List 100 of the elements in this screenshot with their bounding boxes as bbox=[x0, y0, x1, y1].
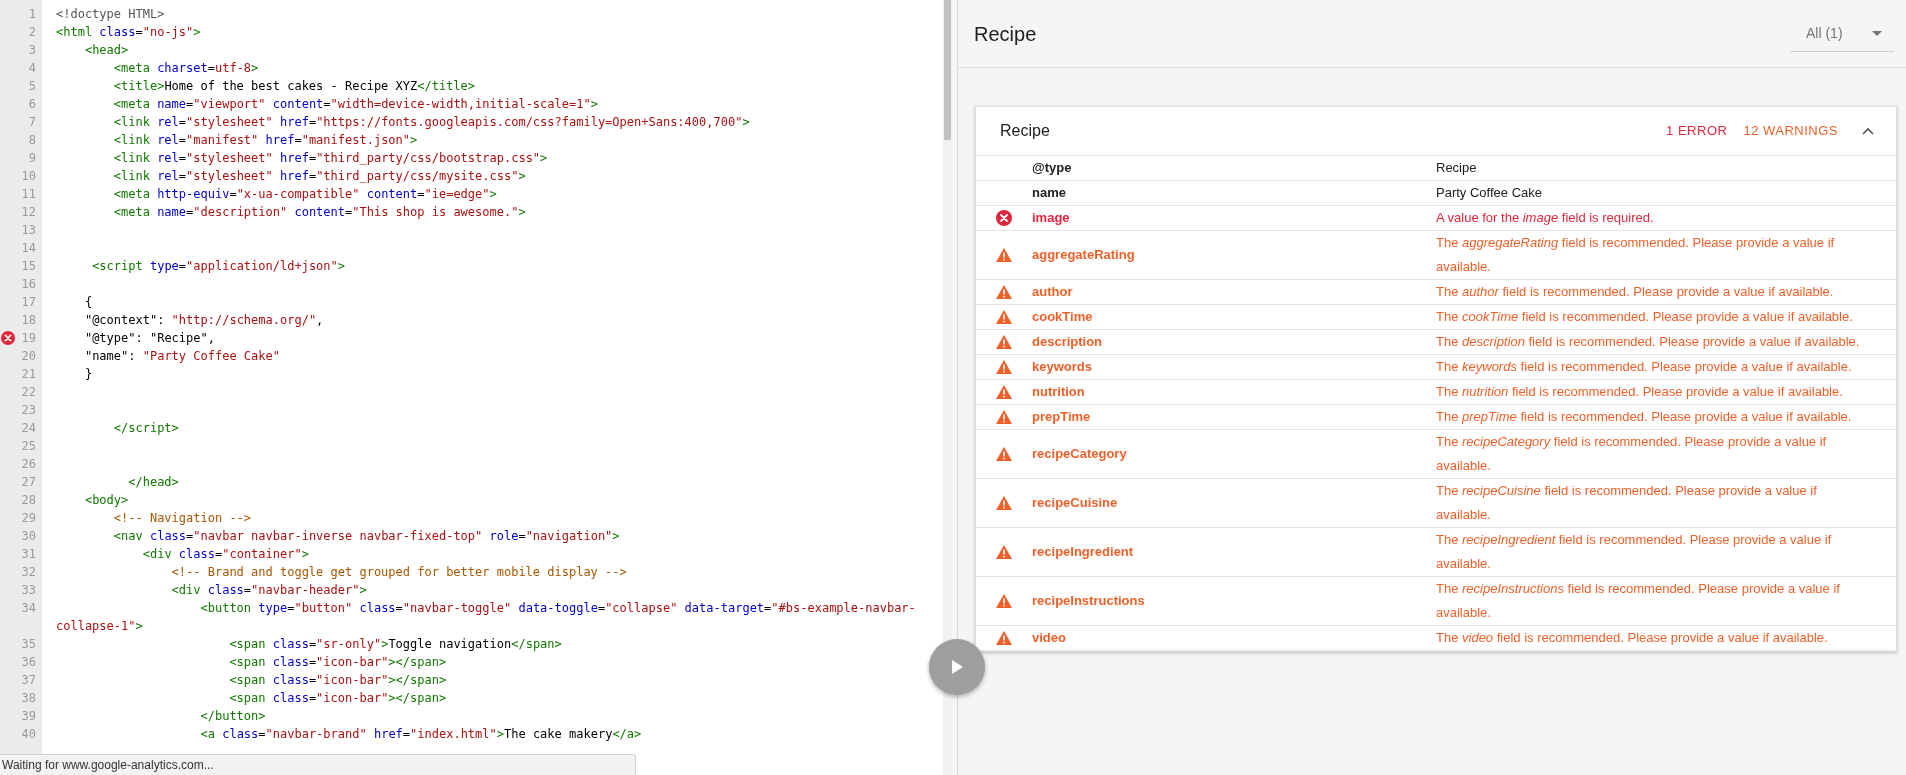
code-line: <meta http-equiv="x-ua-compatible" content="ie=edge"> bbox=[112, 186, 498, 203]
code-line: "@type": "Recipe", bbox=[83, 330, 216, 347]
line-number: 18 bbox=[21, 312, 37, 329]
warning-icon bbox=[996, 285, 1012, 299]
line-number: 35 bbox=[21, 636, 37, 653]
code-line: <script type="application/ld+json"> bbox=[91, 258, 346, 275]
property-name: description bbox=[1032, 333, 1104, 351]
property-value: The nutrition field is recommended. Please provide a value if available. bbox=[1436, 383, 1844, 401]
line-number: 16 bbox=[21, 276, 37, 293]
code-line: <!-- Navigation --> bbox=[112, 510, 253, 527]
warning-icon bbox=[996, 335, 1012, 349]
error-icon bbox=[1, 331, 15, 345]
play-button[interactable] bbox=[929, 639, 985, 695]
property-name: nutrition bbox=[1032, 383, 1086, 401]
property-value: The prepTime field is recommended. Please provide a value if available. bbox=[1436, 408, 1853, 426]
line-number: 28 bbox=[21, 492, 37, 509]
line-number: 12 bbox=[21, 204, 37, 221]
code-line: <span class="icon-bar"></span> bbox=[228, 654, 448, 671]
property-value: The recipeCuisine field is recommended. Please provide a value if available. bbox=[1436, 482, 1818, 524]
property-name: name bbox=[1032, 184, 1067, 202]
line-number: 26 bbox=[21, 456, 37, 473]
property-name: aggregateRating bbox=[1032, 246, 1136, 264]
property-name: prepTime bbox=[1032, 408, 1092, 426]
property-value: The keywords field is recommended. Please provide a value if available. bbox=[1436, 358, 1853, 376]
line-number: 6 bbox=[28, 96, 37, 113]
line-number: 13 bbox=[21, 222, 37, 239]
property-value: Party Coffee Cake bbox=[1436, 184, 1543, 202]
chevron-icon bbox=[1862, 127, 1874, 135]
code-line: <div class="navbar-header"> bbox=[170, 582, 368, 599]
property-value: The author field is recommended. Please provide a value if available. bbox=[1436, 283, 1835, 301]
code-line: <html class="no-js"> bbox=[55, 24, 202, 41]
code-line: <title>Home of the best cakes - Recipe XYZ</title> bbox=[112, 78, 477, 95]
code-line: </head> bbox=[127, 474, 180, 491]
panel-title: Recipe bbox=[974, 21, 1037, 47]
code-line: <link rel="stylesheet" href="third_party/css/mysite.css"> bbox=[112, 168, 527, 185]
code-line: } bbox=[83, 366, 94, 383]
filter-dropdown[interactable]: All (1) bbox=[1790, 15, 1894, 52]
warning-icon bbox=[996, 385, 1012, 399]
property-name: recipeCuisine bbox=[1032, 494, 1119, 512]
code-line: <meta name="description" content="This shop is awesome."> bbox=[112, 204, 527, 221]
line-number: 4 bbox=[28, 60, 37, 77]
property-value: The cookTime field is recommended. Please provide a value if available. bbox=[1436, 308, 1854, 326]
line-number: 32 bbox=[21, 564, 37, 581]
property-value: The recipeCategory field is recommended. Please provide a value if available. bbox=[1436, 433, 1828, 475]
property-name: recipeCategory bbox=[1032, 445, 1128, 463]
line-number: 29 bbox=[21, 510, 37, 527]
code-line: <meta name="viewport" content="width=device-width,initial-scale=1"> bbox=[112, 96, 599, 113]
scrollbar-thumb[interactable] bbox=[944, 0, 951, 140]
property-name: image bbox=[1032, 209, 1071, 227]
line-number: 17 bbox=[21, 294, 37, 311]
code-line: <link rel="stylesheet" href="third_party/css/bootstrap.css"> bbox=[112, 150, 549, 167]
line-number: 3 bbox=[28, 42, 37, 59]
warning-icon bbox=[996, 496, 1012, 510]
line-number: 24 bbox=[21, 420, 37, 437]
error-count: 1 ERROR bbox=[1666, 122, 1728, 141]
warning-icon bbox=[996, 248, 1012, 262]
line-number: 11 bbox=[21, 186, 37, 203]
code-line: <span class="sr-only">Toggle navigation</span> bbox=[228, 636, 563, 653]
property-value: Recipe bbox=[1436, 159, 1478, 177]
line-number: 37 bbox=[21, 672, 37, 689]
code-line: "@context": "http://schema.org/", bbox=[83, 312, 325, 329]
line-number: 23 bbox=[21, 402, 37, 419]
line-number: 7 bbox=[28, 114, 37, 131]
line-number: 9 bbox=[28, 150, 37, 167]
line-number: 1 bbox=[28, 6, 37, 23]
code-line: <head> bbox=[83, 42, 130, 59]
line-number: 21 bbox=[21, 366, 37, 383]
line-number: 10 bbox=[21, 168, 37, 185]
property-name: author bbox=[1032, 283, 1074, 301]
line-number: 8 bbox=[28, 132, 37, 149]
caret-icon bbox=[1872, 30, 1882, 36]
warning-icon bbox=[996, 360, 1012, 374]
code-line: <meta charset=utf-8> bbox=[112, 60, 260, 77]
property-name: video bbox=[1032, 629, 1067, 647]
property-value: The video field is recommended. Please provide a value if available. bbox=[1436, 629, 1829, 647]
line-number: 19 bbox=[21, 330, 37, 347]
line-number: 20 bbox=[21, 348, 37, 365]
line-number: 36 bbox=[21, 654, 37, 671]
code-line: <link rel="manifest" href="manifest.json"> bbox=[112, 132, 419, 149]
property-name: recipeIngredient bbox=[1032, 543, 1135, 561]
property-name: keywords bbox=[1032, 358, 1093, 376]
property-value: A value for the image field is required. bbox=[1436, 209, 1655, 227]
line-number: 5 bbox=[28, 78, 37, 95]
line-number: 15 bbox=[21, 258, 37, 275]
line-number: 34 bbox=[21, 600, 37, 617]
property-value: The description field is recommended. Please provide a value if available. bbox=[1436, 333, 1861, 351]
line-number: 30 bbox=[21, 528, 37, 545]
code-line: </script> bbox=[112, 420, 180, 437]
code-line: <button type="button" class="navbar-toggle" data-toggle="collapse" data-target="#bs-example-navbar-collapse-1"> bbox=[55, 600, 917, 635]
code-line: <body> bbox=[83, 492, 130, 509]
code-line: { bbox=[83, 294, 94, 311]
property-value: The recipeIngredient field is recommended. Please provide a value if available. bbox=[1436, 531, 1833, 573]
property-value: The aggregateRating field is recommended. Please provide a value if available. bbox=[1436, 234, 1836, 276]
warning-icon bbox=[996, 594, 1012, 608]
line-number: 22 bbox=[21, 384, 37, 401]
property-name: cookTime bbox=[1032, 308, 1094, 326]
code-line: <span class="icon-bar"></span> bbox=[228, 672, 448, 689]
card-title: Recipe bbox=[1000, 121, 1050, 141]
code-line: <span class="icon-bar"></span> bbox=[228, 690, 448, 707]
line-number: 25 bbox=[21, 438, 37, 455]
